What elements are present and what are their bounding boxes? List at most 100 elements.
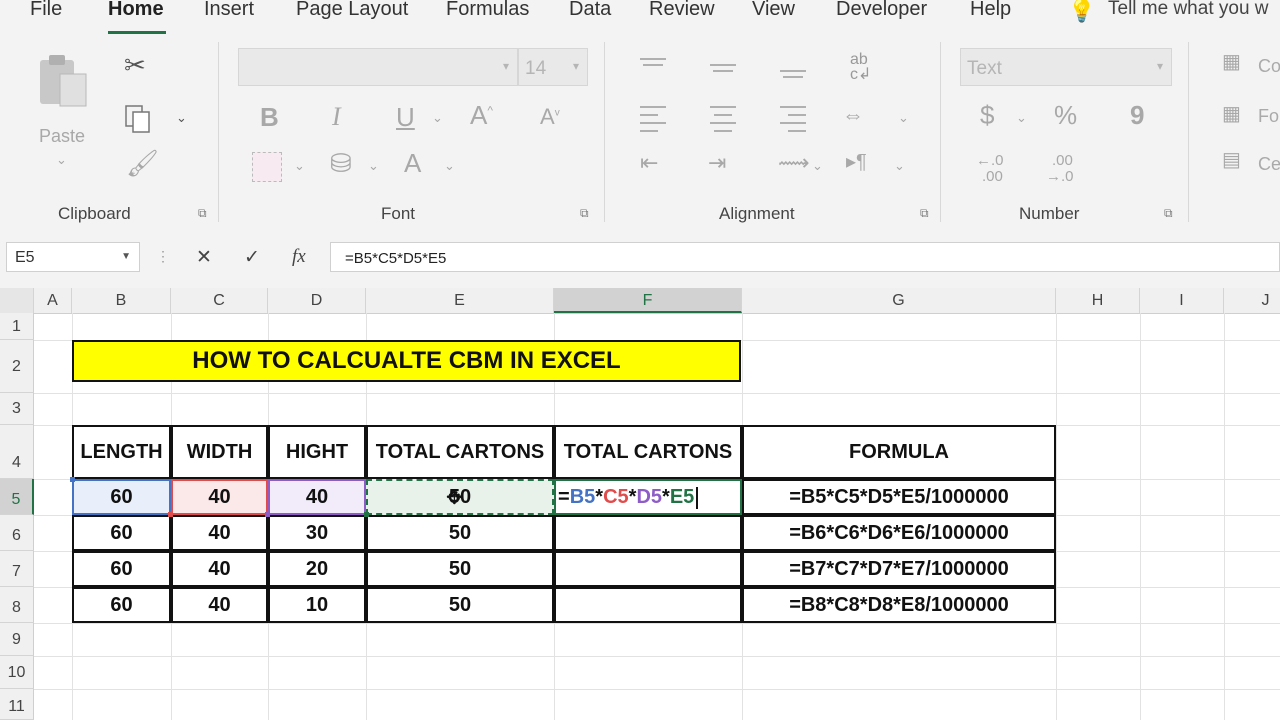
comma-style-icon[interactable]: 9 <box>1130 102 1144 128</box>
borders-dropdown-icon[interactable]: ⌄ <box>294 158 305 174</box>
increase-decimal-top[interactable]: ←.0 <box>976 152 1004 169</box>
paragraph-dropdown-icon[interactable]: ⌄ <box>894 158 905 174</box>
currency-icon[interactable]: $ <box>980 102 994 128</box>
text-direction-icon[interactable]: ⟿ <box>778 152 810 174</box>
cell-d7[interactable]: 20 <box>268 551 366 587</box>
header-formula[interactable]: FORMULA <box>742 425 1056 479</box>
cell-e6[interactable]: 50 <box>366 515 554 551</box>
conditional-formatting-label[interactable]: Co <box>1258 56 1280 77</box>
tab-page-layout[interactable]: Page Layout <box>296 0 408 21</box>
fill-color-dropdown-icon[interactable]: ⌄ <box>368 158 379 174</box>
tab-review[interactable]: Review <box>649 0 715 21</box>
cell-b8[interactable]: 60 <box>72 587 171 623</box>
header-hight[interactable]: HIGHT <box>268 425 366 479</box>
select-all-corner[interactable] <box>0 288 34 313</box>
enter-check-icon[interactable]: ✓ <box>244 246 260 269</box>
increase-indent-icon[interactable]: ⇥ <box>708 152 726 174</box>
tab-insert[interactable]: Insert <box>204 0 254 21</box>
cell-styles-label[interactable]: Ce <box>1258 154 1280 175</box>
alignment-launcher-icon[interactable]: ⧉ <box>920 206 929 221</box>
clipboard-launcher-icon[interactable]: ⧉ <box>198 206 207 221</box>
cell-f7[interactable] <box>554 551 742 587</box>
column-header-a[interactable]: A <box>34 288 72 313</box>
fill-color-icon[interactable]: ⛁ <box>330 150 352 176</box>
format-painter-icon[interactable]: 🖌 <box>126 150 159 176</box>
tab-help[interactable]: Help <box>970 0 1011 21</box>
borders-icon[interactable] <box>252 152 282 182</box>
font-color-icon[interactable]: A <box>404 150 421 176</box>
merge-center-icon[interactable]: ⇔ <box>842 104 864 126</box>
increase-decimal-bottom[interactable]: .00 <box>982 168 1003 185</box>
sheet-title-cell[interactable]: HOW TO CALCUALTE CBM IN EXCEL <box>72 340 741 382</box>
insert-function-icon[interactable]: fx <box>292 246 306 268</box>
copy-dropdown-icon[interactable]: ⌄ <box>176 110 187 126</box>
font-color-dropdown-icon[interactable]: ⌄ <box>444 158 455 174</box>
cell-f5-editing[interactable]: =B5*C5*D5*E5 <box>554 479 742 515</box>
cell-c6[interactable]: 40 <box>171 515 268 551</box>
decrease-decimal-bottom[interactable]: →.0 <box>1046 168 1074 185</box>
column-header-e[interactable]: E <box>366 288 554 313</box>
font-launcher-icon[interactable]: ⧉ <box>580 206 589 221</box>
range-handle[interactable] <box>364 512 369 517</box>
range-handle[interactable] <box>168 512 173 517</box>
cell-c8[interactable]: 40 <box>171 587 268 623</box>
row-header-6[interactable]: 6 <box>0 515 34 551</box>
tell-me-search[interactable]: Tell me what you w <box>1108 0 1269 20</box>
cell-d5[interactable]: 40 <box>268 479 366 515</box>
italic-button[interactable]: I <box>332 104 341 130</box>
number-format-box[interactable]: Text ▾ <box>960 48 1172 86</box>
column-header-d[interactable]: D <box>268 288 366 313</box>
column-header-b[interactable]: B <box>72 288 171 313</box>
cut-icon[interactable]: ✂ <box>124 52 146 78</box>
text-direction-dropdown-icon[interactable]: ⌄ <box>812 158 823 174</box>
name-box[interactable]: E5 ▼ <box>6 242 140 272</box>
row-header-9[interactable]: 9 <box>0 623 34 656</box>
cell-g8[interactable]: =B8*C8*D8*E8/1000000 <box>742 587 1056 623</box>
range-handle[interactable] <box>265 512 270 517</box>
header-total-cartons[interactable]: TOTAL CARTONS <box>366 425 554 479</box>
header-width[interactable]: WIDTH <box>171 425 268 479</box>
tab-developer[interactable]: Developer <box>836 0 927 21</box>
row-header-8[interactable]: 8 <box>0 587 34 623</box>
cell-b5[interactable]: 60 <box>72 479 171 515</box>
cell-d8[interactable]: 10 <box>268 587 366 623</box>
paste-label[interactable]: Paste <box>39 126 85 147</box>
tab-formulas[interactable]: Formulas <box>446 0 529 21</box>
copy-icon[interactable] <box>124 104 154 134</box>
paste-dropdown-icon[interactable]: ⌄ <box>56 152 67 168</box>
currency-dropdown-icon[interactable]: ⌄ <box>1016 110 1027 126</box>
row-header-7[interactable]: 7 <box>0 551 34 587</box>
increase-font-icon[interactable]: A^ <box>470 102 493 128</box>
cell-g7[interactable]: =B7*C7*D7*E7/1000000 <box>742 551 1056 587</box>
range-handle[interactable] <box>70 477 75 482</box>
percent-icon[interactable]: % <box>1054 102 1077 128</box>
row-header-4[interactable]: 4 <box>0 425 34 479</box>
row-header-2[interactable]: 2 <box>0 340 34 393</box>
row-header-3[interactable]: 3 <box>0 393 34 425</box>
header-total-cartons-result[interactable]: TOTAL CARTONS <box>554 425 742 479</box>
underline-dropdown-icon[interactable]: ⌄ <box>432 110 443 126</box>
format-as-table-label[interactable]: Fo <box>1258 106 1279 127</box>
font-name-box[interactable]: ▾ <box>238 48 518 86</box>
bold-button[interactable]: B <box>260 104 279 130</box>
conditional-formatting-icon[interactable]: ▦ <box>1222 52 1241 72</box>
cell-b7[interactable]: 60 <box>72 551 171 587</box>
cell-c5[interactable]: 40 <box>171 479 268 515</box>
cancel-icon[interactable]: ✕ <box>196 246 212 269</box>
font-size-box[interactable]: 14 ▾ <box>518 48 588 86</box>
underline-button[interactable]: U <box>396 104 415 130</box>
column-header-c[interactable]: C <box>171 288 268 313</box>
column-header-i[interactable]: I <box>1140 288 1224 313</box>
column-header-g[interactable]: G <box>742 288 1056 313</box>
number-launcher-icon[interactable]: ⧉ <box>1164 206 1173 221</box>
column-header-f[interactable]: F <box>554 288 742 313</box>
cell-g5[interactable]: =B5*C5*D5*E5/1000000 <box>742 479 1056 515</box>
row-header-1[interactable]: 1 <box>0 313 34 340</box>
row-header-10[interactable]: 10 <box>0 656 34 689</box>
format-as-table-icon[interactable]: ▦ <box>1222 104 1241 124</box>
row-header-5[interactable]: 5 <box>0 479 34 515</box>
paste-icon[interactable] <box>36 52 94 108</box>
paragraph-icon[interactable]: ▸¶ <box>846 152 867 172</box>
tab-home[interactable]: Home <box>108 0 164 21</box>
cell-e8[interactable]: 50 <box>366 587 554 623</box>
